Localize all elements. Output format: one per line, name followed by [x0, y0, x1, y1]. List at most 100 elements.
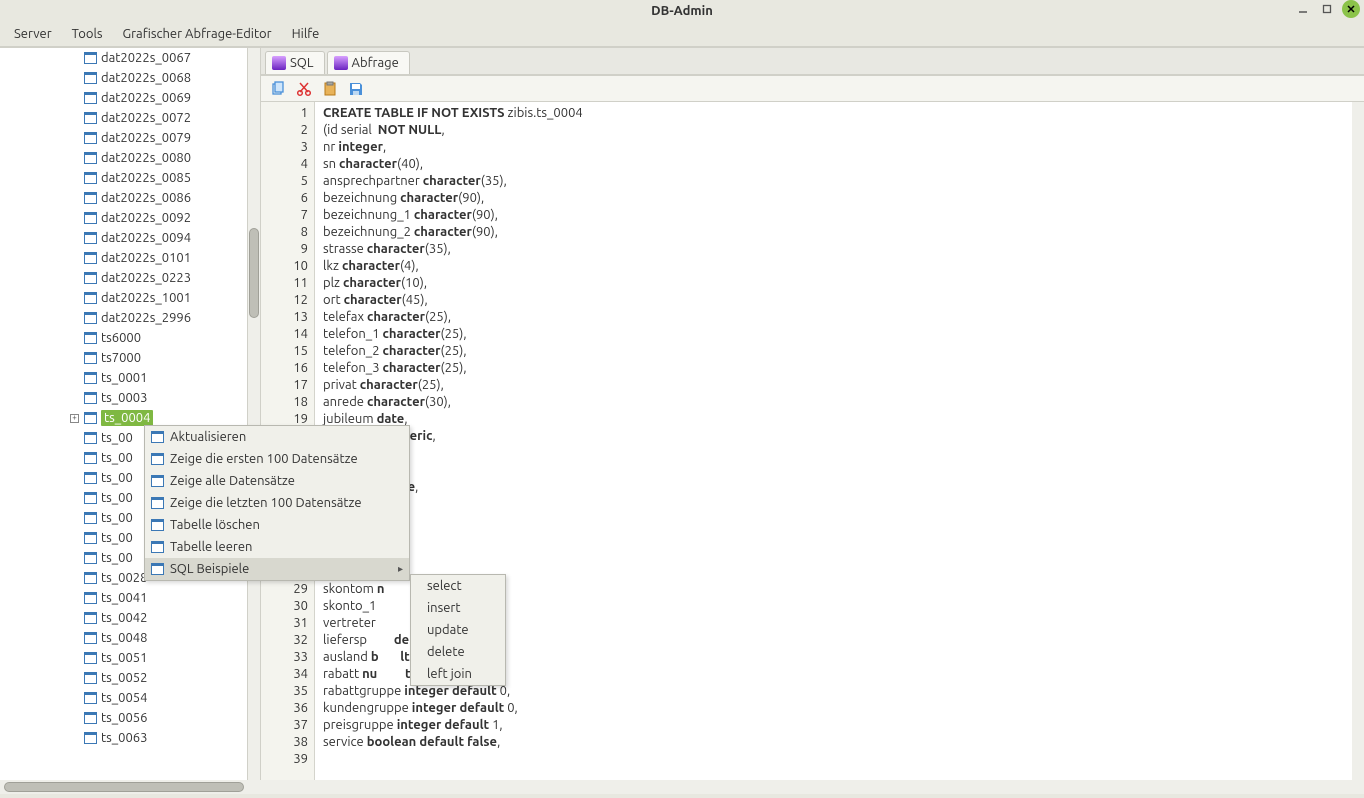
context-menu-label: SQL Beispiele: [170, 562, 249, 576]
tree-item-label: ts7000: [101, 351, 141, 365]
expand-icon[interactable]: +: [70, 414, 79, 423]
context-menu-item[interactable]: SQL Beispiele▸: [145, 558, 409, 580]
tree-item-label: ts_0052: [101, 671, 147, 685]
context-menu-label: Zeige alle Datensätze: [170, 474, 295, 488]
table-icon: [84, 532, 97, 544]
tree-item[interactable]: ts_0063: [70, 728, 247, 748]
table-icon: [84, 452, 97, 464]
tree-item[interactable]: ts_0001: [70, 368, 247, 388]
tree-item-label: ts_00: [101, 451, 133, 465]
tree-item-label: ts6000: [101, 331, 141, 345]
menu-help[interactable]: Hilfe: [282, 24, 330, 44]
paste-button[interactable]: [321, 80, 339, 98]
table-icon: [84, 512, 97, 524]
editor-toolbar: [261, 76, 1364, 102]
tree-item[interactable]: dat2022s_1001: [70, 288, 247, 308]
tree-item[interactable]: dat2022s_0069: [70, 88, 247, 108]
table-icon: [84, 92, 97, 104]
tree-item[interactable]: dat2022s_0085: [70, 168, 247, 188]
tree-item-label: ts_00: [101, 491, 133, 505]
tree-item[interactable]: ts_0051: [70, 648, 247, 668]
table-icon: [84, 572, 97, 584]
save-button[interactable]: [347, 80, 365, 98]
tree-item[interactable]: dat2022s_0079: [70, 128, 247, 148]
table-icon: [84, 712, 97, 724]
tree-item[interactable]: ts6000: [70, 328, 247, 348]
tree-item[interactable]: ts_0056: [70, 708, 247, 728]
tree-item[interactable]: dat2022s_0067: [70, 48, 247, 68]
context-menu-item[interactable]: Zeige alle Datensätze: [145, 470, 409, 492]
tree-item-label: dat2022s_2996: [101, 311, 191, 325]
editor-scrollbar[interactable]: [1352, 102, 1364, 780]
tree-item[interactable]: dat2022s_0092: [70, 208, 247, 228]
table-icon: [151, 475, 164, 487]
tree-item[interactable]: dat2022s_2996: [70, 308, 247, 328]
table-icon: [84, 672, 97, 684]
tab-abfrage[interactable]: Abfrage: [327, 51, 410, 74]
tree-item[interactable]: ts_0042: [70, 608, 247, 628]
copy-button[interactable]: [269, 80, 287, 98]
title-bar: DB-Admin: [0, 0, 1364, 22]
table-icon: [84, 492, 97, 504]
tree-item-label: ts_0003: [101, 391, 147, 405]
tree-item[interactable]: ts_0054: [70, 688, 247, 708]
tree-item-label: ts_0054: [101, 691, 147, 705]
context-menu-label: Tabelle leeren: [170, 540, 252, 554]
bottom-scrollbar[interactable]: [0, 780, 1364, 794]
tree-item[interactable]: ts_0052: [70, 668, 247, 688]
context-submenu-item[interactable]: insert: [411, 597, 505, 619]
context-menu-item[interactable]: Tabelle leeren: [145, 536, 409, 558]
table-icon: [84, 412, 97, 424]
table-icon: [151, 453, 164, 465]
tab-label: Abfrage: [352, 56, 399, 70]
tab-sql[interactable]: SQL: [265, 51, 325, 74]
menu-query-editor[interactable]: Grafischer Abfrage-Editor: [113, 24, 282, 44]
tree-item[interactable]: dat2022s_0086: [70, 188, 247, 208]
tree-item-label: ts_0028: [101, 571, 147, 585]
minimize-button[interactable]: [1294, 0, 1312, 18]
tree-item[interactable]: dat2022s_0223: [70, 268, 247, 288]
tree-item-label: dat2022s_0080: [101, 151, 191, 165]
tree-item[interactable]: dat2022s_0080: [70, 148, 247, 168]
tree-item[interactable]: dat2022s_0094: [70, 228, 247, 248]
context-menu-item[interactable]: Zeige die ersten 100 Datensätze: [145, 448, 409, 470]
table-icon: [151, 497, 164, 509]
menu-tools[interactable]: Tools: [62, 24, 113, 44]
context-submenu-item[interactable]: left join: [411, 663, 505, 685]
tree-item-label: ts_0048: [101, 631, 147, 645]
tree-item[interactable]: ts_0003: [70, 388, 247, 408]
table-icon: [84, 372, 97, 384]
maximize-button[interactable]: [1318, 0, 1336, 18]
context-menu-item[interactable]: Zeige die letzten 100 Datensätze: [145, 492, 409, 514]
tree-item[interactable]: dat2022s_0068: [70, 68, 247, 88]
table-icon: [84, 272, 97, 284]
tree-item-label: dat2022s_0069: [101, 91, 191, 105]
context-menu-item[interactable]: Aktualisieren: [145, 426, 409, 448]
cut-button[interactable]: [295, 80, 313, 98]
query-icon: [334, 56, 348, 70]
menu-server[interactable]: Server: [4, 24, 62, 44]
tree-item[interactable]: dat2022s_0072: [70, 108, 247, 128]
tree-item-label: dat2022s_0101: [101, 251, 191, 265]
tree-item[interactable]: ts7000: [70, 348, 247, 368]
tree-item-label: dat2022s_0072: [101, 111, 191, 125]
table-icon: [84, 212, 97, 224]
tree-item-label: dat2022s_0223: [101, 271, 191, 285]
context-submenu-item[interactable]: update: [411, 619, 505, 641]
context-submenu-item[interactable]: select: [411, 575, 505, 597]
context-submenu-item[interactable]: delete: [411, 641, 505, 663]
context-menu-label: Zeige die letzten 100 Datensätze: [170, 496, 362, 510]
table-icon: [84, 132, 97, 144]
table-icon: [84, 392, 97, 404]
tree-item[interactable]: dat2022s_0101: [70, 248, 247, 268]
tree-item-label: dat2022s_0092: [101, 211, 191, 225]
context-menu-label: Aktualisieren: [170, 430, 246, 444]
context-menu-item[interactable]: Tabelle löschen: [145, 514, 409, 536]
tree-sidebar[interactable]: dat2022s_0067dat2022s_0068 dat2022s_0069d…: [0, 48, 248, 780]
sidebar-scrollbar[interactable]: [248, 48, 260, 780]
tree-item-label: ts_0063: [101, 731, 147, 745]
tree-item[interactable]: ts_0041: [70, 588, 247, 608]
close-button[interactable]: [1342, 0, 1360, 18]
context-menu-label: Zeige die ersten 100 Datensätze: [170, 452, 358, 466]
tree-item[interactable]: ts_0048: [70, 628, 247, 648]
